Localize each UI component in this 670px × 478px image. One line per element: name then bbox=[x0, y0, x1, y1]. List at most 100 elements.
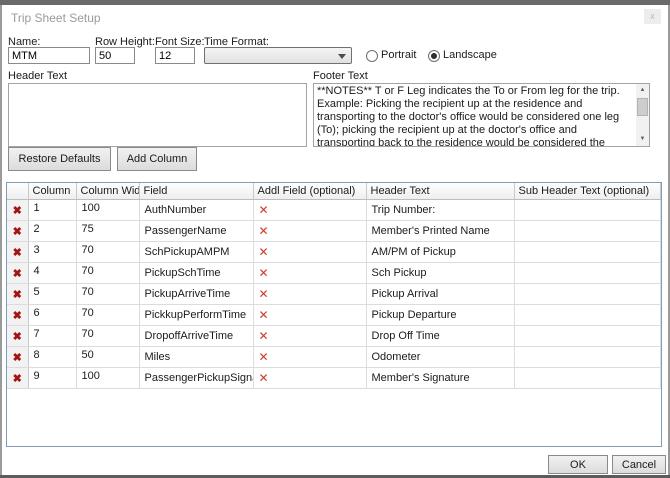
cell-column-width[interactable]: 70 bbox=[76, 284, 139, 305]
cell-column-width[interactable]: 70 bbox=[76, 305, 139, 326]
cancel-button[interactable]: Cancel bbox=[612, 455, 666, 474]
cell-column[interactable]: 5 bbox=[28, 284, 76, 305]
cell-column-width[interactable]: 50 bbox=[76, 347, 139, 368]
cell-column[interactable]: 1 bbox=[28, 200, 76, 221]
addl-field-x-icon[interactable]: ✕ bbox=[259, 203, 269, 217]
cell-addl-field[interactable]: ✕ bbox=[253, 305, 366, 326]
column-header[interactable]: Sub Header Text (optional) bbox=[514, 183, 661, 200]
delete-row-icon[interactable]: ✖ bbox=[13, 247, 22, 259]
cell-header-text[interactable]: Pickup Arrival bbox=[366, 284, 514, 305]
cell-column-width[interactable]: 100 bbox=[76, 368, 139, 389]
cell-field[interactable]: PickupArriveTime bbox=[139, 284, 253, 305]
addl-field-x-icon[interactable]: ✕ bbox=[259, 371, 269, 385]
cell-field[interactable]: PickkupPerformTime bbox=[139, 305, 253, 326]
column-header[interactable]: Column bbox=[28, 183, 76, 200]
cell-column-width[interactable]: 100 bbox=[76, 200, 139, 221]
cell-sub-header-text[interactable] bbox=[514, 347, 661, 368]
close-icon[interactable]: x bbox=[644, 9, 661, 24]
cell-addl-field[interactable]: ✕ bbox=[253, 326, 366, 347]
cell-sub-header-text[interactable] bbox=[514, 305, 661, 326]
cell-sub-header-text[interactable] bbox=[514, 242, 661, 263]
footer-scrollbar[interactable]: ▲ ▼ bbox=[636, 84, 649, 146]
cell-column[interactable]: 7 bbox=[28, 326, 76, 347]
addl-field-x-icon[interactable]: ✕ bbox=[259, 350, 269, 364]
radio-portrait[interactable] bbox=[366, 50, 378, 62]
time-format-dropdown[interactable] bbox=[204, 47, 352, 64]
cell-sub-header-text[interactable] bbox=[514, 200, 661, 221]
addl-field-x-icon[interactable]: ✕ bbox=[259, 245, 269, 259]
cell-column[interactable]: 2 bbox=[28, 221, 76, 242]
column-header[interactable]: Addl Field (optional) bbox=[253, 183, 366, 200]
cell-column-width[interactable]: 75 bbox=[76, 221, 139, 242]
delete-row-icon[interactable]: ✖ bbox=[13, 205, 22, 217]
cell-sub-header-text[interactable] bbox=[514, 326, 661, 347]
cell-addl-field[interactable]: ✕ bbox=[253, 347, 366, 368]
cell-addl-field[interactable]: ✕ bbox=[253, 368, 366, 389]
delete-row-icon[interactable]: ✖ bbox=[13, 268, 22, 280]
radio-landscape[interactable] bbox=[428, 50, 440, 62]
column-header[interactable]: Field bbox=[139, 183, 253, 200]
cell-header-text[interactable]: Odometer bbox=[366, 347, 514, 368]
cell-header-text[interactable]: Pickup Departure bbox=[366, 305, 514, 326]
footer-text-area[interactable]: **NOTES** T or F Leg indicates the To or… bbox=[313, 83, 650, 147]
landscape-label[interactable]: Landscape bbox=[443, 49, 497, 61]
delete-row-cell[interactable]: ✖ bbox=[7, 326, 28, 347]
delete-row-icon[interactable]: ✖ bbox=[13, 310, 22, 322]
row-header-column[interactable] bbox=[7, 183, 28, 200]
cell-column-width[interactable]: 70 bbox=[76, 326, 139, 347]
name-field[interactable] bbox=[8, 47, 90, 64]
delete-row-icon[interactable]: ✖ bbox=[13, 331, 22, 343]
cell-header-text[interactable]: Trip Number: bbox=[366, 200, 514, 221]
cell-column-width[interactable]: 70 bbox=[76, 263, 139, 284]
row-height-field[interactable] bbox=[95, 47, 135, 64]
cell-addl-field[interactable]: ✕ bbox=[253, 221, 366, 242]
cell-field[interactable]: Miles bbox=[139, 347, 253, 368]
cell-sub-header-text[interactable] bbox=[514, 368, 661, 389]
cell-addl-field[interactable]: ✕ bbox=[253, 263, 366, 284]
delete-row-cell[interactable]: ✖ bbox=[7, 305, 28, 326]
delete-row-cell[interactable]: ✖ bbox=[7, 347, 28, 368]
cell-header-text[interactable]: Sch Pickup bbox=[366, 263, 514, 284]
font-size-field[interactable] bbox=[155, 47, 195, 64]
scroll-up-icon[interactable]: ▲ bbox=[636, 84, 649, 97]
addl-field-x-icon[interactable]: ✕ bbox=[259, 329, 269, 343]
cell-field[interactable]: AuthNumber bbox=[139, 200, 253, 221]
delete-row-cell[interactable]: ✖ bbox=[7, 200, 28, 221]
header-text-area[interactable] bbox=[8, 83, 307, 147]
delete-row-cell[interactable]: ✖ bbox=[7, 242, 28, 263]
cell-field[interactable]: DropoffArriveTime bbox=[139, 326, 253, 347]
cell-field[interactable]: PassengerName bbox=[139, 221, 253, 242]
addl-field-x-icon[interactable]: ✕ bbox=[259, 224, 269, 238]
add-column-button[interactable]: Add Column bbox=[117, 147, 197, 171]
addl-field-x-icon[interactable]: ✕ bbox=[259, 266, 269, 280]
column-header[interactable]: Header Text bbox=[366, 183, 514, 200]
cell-sub-header-text[interactable] bbox=[514, 284, 661, 305]
cell-header-text[interactable]: AM/PM of Pickup bbox=[366, 242, 514, 263]
cell-header-text[interactable]: Member's Printed Name bbox=[366, 221, 514, 242]
delete-row-icon[interactable]: ✖ bbox=[13, 289, 22, 301]
cell-column[interactable]: 6 bbox=[28, 305, 76, 326]
cell-sub-header-text[interactable] bbox=[514, 263, 661, 284]
delete-row-icon[interactable]: ✖ bbox=[13, 352, 22, 364]
delete-row-cell[interactable]: ✖ bbox=[7, 221, 28, 242]
column-header[interactable]: Column Width bbox=[76, 183, 139, 200]
cell-sub-header-text[interactable] bbox=[514, 221, 661, 242]
cell-addl-field[interactable]: ✕ bbox=[253, 284, 366, 305]
cell-column[interactable]: 9 bbox=[28, 368, 76, 389]
delete-row-cell[interactable]: ✖ bbox=[7, 284, 28, 305]
scrollbar-thumb[interactable] bbox=[637, 98, 648, 116]
addl-field-x-icon[interactable]: ✕ bbox=[259, 308, 269, 322]
ok-button[interactable]: OK bbox=[548, 455, 608, 474]
cell-header-text[interactable]: Member's Signature bbox=[366, 368, 514, 389]
cell-field[interactable]: SchPickupAMPM bbox=[139, 242, 253, 263]
cell-field[interactable]: PickupSchTime bbox=[139, 263, 253, 284]
cell-column[interactable]: 4 bbox=[28, 263, 76, 284]
cell-column[interactable]: 3 bbox=[28, 242, 76, 263]
restore-defaults-button[interactable]: Restore Defaults bbox=[8, 147, 111, 171]
cell-addl-field[interactable]: ✕ bbox=[253, 200, 366, 221]
delete-row-icon[interactable]: ✖ bbox=[13, 373, 22, 385]
cell-addl-field[interactable]: ✕ bbox=[253, 242, 366, 263]
cell-header-text[interactable]: Drop Off Time bbox=[366, 326, 514, 347]
cell-field[interactable]: PassengerPickupSignature bbox=[139, 368, 253, 389]
cell-column-width[interactable]: 70 bbox=[76, 242, 139, 263]
